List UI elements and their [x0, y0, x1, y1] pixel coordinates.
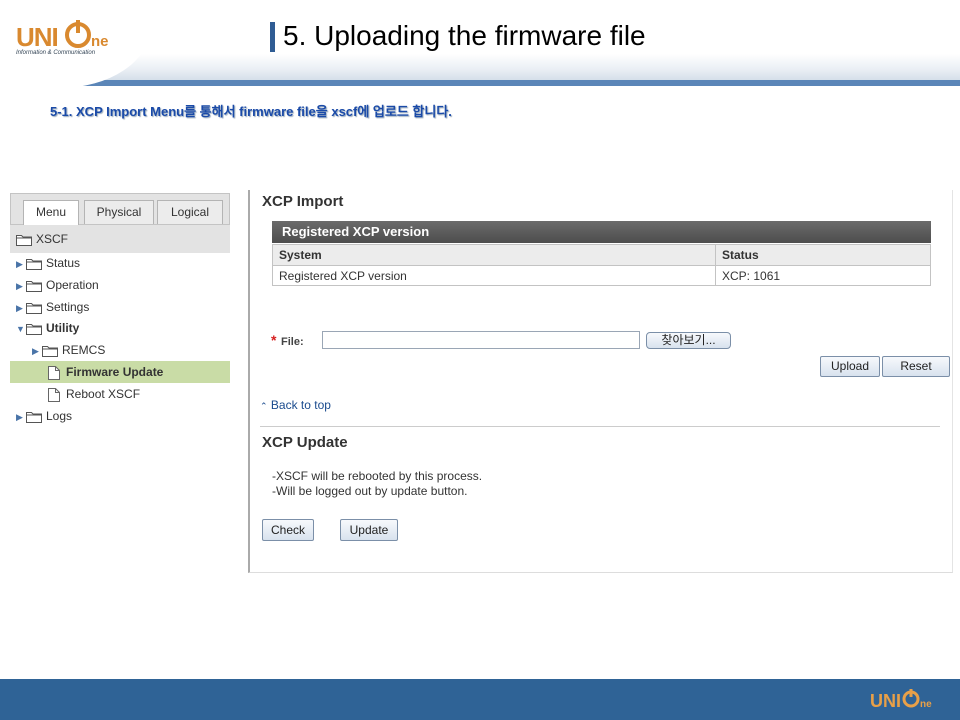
expand-arrow-icon[interactable]: ▶ — [16, 406, 26, 428]
cell-system: Registered XCP version — [272, 265, 716, 286]
tree-item-label: REMCS — [62, 343, 106, 357]
collapse-arrow-icon[interactable]: ▼ — [16, 318, 26, 340]
update-note: -Will be logged out by update button. — [272, 484, 468, 498]
footer-brand-logo: UNI ne — [870, 687, 942, 715]
registered-version-table: System Status Registered XCP version XCP… — [272, 244, 931, 286]
navigation-panel: Menu Physical Logical XSCF ▶ Status ▶ Oper… — [10, 193, 230, 433]
table-row: Registered XCP version XCP: 1061 — [272, 265, 931, 286]
check-button[interactable]: Check — [262, 519, 314, 541]
folder-open-icon — [26, 323, 42, 335]
update-note: -XSCF will be rebooted by this process. — [272, 469, 483, 483]
reset-button[interactable]: Reset — [882, 356, 950, 377]
tree-item-firmware-update[interactable]: Firmware Update — [10, 361, 230, 383]
tree-item-operation[interactable]: ▶ Operation — [16, 274, 99, 296]
required-marker: * — [271, 332, 277, 348]
upload-button[interactable]: Upload — [820, 356, 880, 377]
folder-icon — [42, 345, 58, 357]
expand-arrow-icon[interactable]: ▶ — [32, 340, 42, 362]
expand-arrow-icon[interactable]: ▶ — [16, 275, 26, 297]
svg-text:ne: ne — [920, 699, 932, 710]
document-icon — [48, 365, 60, 380]
chevron-up-icon: ⌃ — [260, 401, 268, 411]
tree-item-status[interactable]: ▶ Status — [16, 252, 80, 274]
xcp-update-heading: XCP Update — [262, 434, 348, 451]
file-label: File: — [281, 336, 304, 348]
folder-icon — [26, 302, 42, 314]
tree-item-label: Operation — [46, 278, 99, 292]
file-path-input[interactable] — [322, 331, 640, 349]
update-button[interactable]: Update — [340, 519, 398, 541]
document-icon — [48, 387, 60, 402]
tree-item-reboot-xscf[interactable]: Reboot XSCF — [48, 383, 140, 405]
tree-root-label: XSCF — [36, 232, 69, 246]
header-stripe — [0, 80, 960, 86]
tree-item-settings[interactable]: ▶ Settings — [16, 296, 89, 318]
slide-footer: UNI ne — [0, 679, 960, 720]
svg-text:UNI: UNI — [16, 22, 58, 52]
svg-text:ne: ne — [91, 33, 109, 50]
tree-item-label: Utility — [46, 321, 80, 335]
tree-item-label: Status — [46, 256, 81, 270]
column-header-system: System — [272, 244, 716, 266]
folder-icon — [26, 411, 42, 423]
browse-button[interactable]: 찾아보기... — [646, 332, 731, 349]
main-content: XCP Import Registered XCP version System… — [248, 190, 953, 573]
tab-physical[interactable]: Physical — [84, 200, 154, 224]
folder-icon — [26, 280, 42, 292]
tab-logical[interactable]: Logical — [157, 200, 223, 224]
folder-icon — [16, 234, 32, 246]
svg-text:UNI: UNI — [870, 691, 901, 711]
tab-menu[interactable]: Menu — [23, 200, 79, 226]
tree-item-label: Firmware Update — [66, 365, 164, 379]
xcp-import-heading: XCP Import — [262, 193, 344, 210]
tree-item-logs[interactable]: ▶ Logs — [16, 405, 72, 427]
title-accent-bar — [270, 22, 275, 52]
tree-item-remcs[interactable]: ▶ REMCS — [32, 339, 105, 361]
slide-subtitle: 5-1. XCP Import Menu를 통해서 firmware file을… — [50, 104, 452, 119]
cell-status: XCP: 1061 — [715, 265, 931, 286]
back-to-top-label: Back to top — [270, 398, 331, 412]
registered-version-caption: Registered XCP version — [272, 221, 931, 243]
section-divider — [260, 426, 940, 427]
tree-item-utility[interactable]: ▼ Utility — [16, 317, 79, 339]
column-header-status: Status — [715, 244, 931, 266]
tree-item-label: Settings — [46, 300, 90, 314]
slide-title: 5. Uploading the firmware file — [283, 20, 646, 51]
tree-item-label: Logs — [46, 409, 73, 423]
nav-tabs: Menu Physical Logical — [10, 193, 230, 226]
tree-root-xscf[interactable]: XSCF — [16, 228, 68, 250]
back-to-top-link[interactable]: ⌃ Back to top — [260, 398, 331, 412]
expand-arrow-icon[interactable]: ▶ — [16, 297, 26, 319]
logo-tagline: Information & Communication — [16, 50, 96, 56]
expand-arrow-icon[interactable]: ▶ — [16, 253, 26, 275]
tree-root[interactable]: XSCF — [10, 225, 230, 253]
brand-logo: UNI ne — [16, 18, 146, 64]
tree-item-label: Reboot XSCF — [66, 387, 141, 401]
folder-icon — [26, 258, 42, 270]
